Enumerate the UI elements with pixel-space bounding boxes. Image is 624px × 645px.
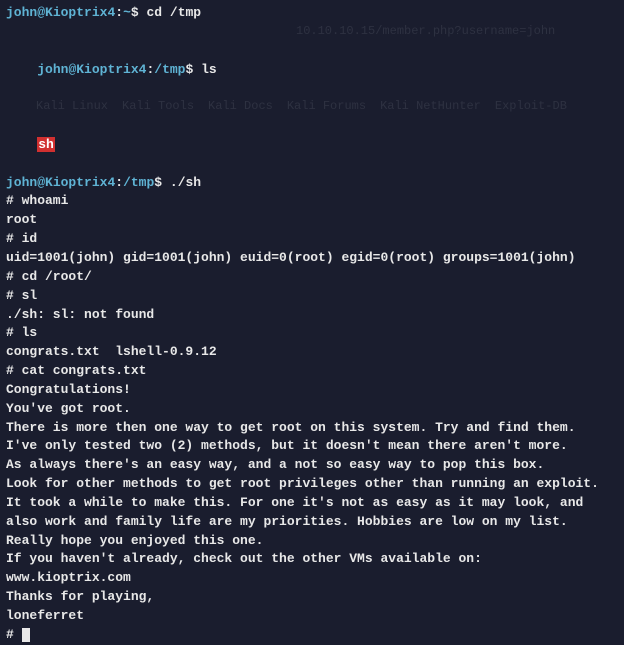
out-whoami: # whoami bbox=[6, 192, 618, 211]
out-sl: # sl bbox=[6, 287, 618, 306]
command-run-sh: ./sh bbox=[170, 175, 201, 190]
out-thanks: Thanks for playing, bbox=[6, 588, 618, 607]
prompt-host: Kioptrix4 bbox=[76, 62, 146, 77]
out-url: www.kioptrix.com bbox=[6, 569, 618, 588]
dollar: $ bbox=[186, 62, 194, 77]
out-p1-l1: There is more then one way to get root o… bbox=[6, 419, 618, 438]
out-sl-notfound: ./sh: sl: not found bbox=[6, 306, 618, 325]
bg-exploit-db: Exploit-DB bbox=[495, 98, 567, 115]
out-congrats: Congratulations! bbox=[6, 381, 618, 400]
prompt-user: john bbox=[6, 175, 37, 190]
out-p3-l1: If you haven't already, check out the ot… bbox=[6, 550, 618, 569]
prompt-path-home: ~ bbox=[123, 5, 131, 20]
out-p2-l3: Really hope you enjoyed this one. bbox=[6, 532, 618, 551]
out-p2-l1: It took a while to make this. For one it… bbox=[6, 494, 618, 513]
prompt-path-tmp: /tmp bbox=[154, 62, 185, 77]
bg-kali-docs: Kali Docs bbox=[208, 98, 273, 115]
bg-kali-nethunter: Kali NetHunter bbox=[380, 98, 481, 115]
out-id-result: uid=1001(john) gid=1001(john) euid=0(roo… bbox=[6, 249, 618, 268]
colon: : bbox=[115, 5, 123, 20]
command-cd-tmp: cd /tmp bbox=[147, 5, 202, 20]
prompt-host: Kioptrix4 bbox=[45, 175, 115, 190]
at-sign: @ bbox=[37, 5, 45, 20]
prompt-user: john bbox=[37, 62, 68, 77]
background-bookmark-items: Kali Linux Kali Tools Kali Docs Kali For… bbox=[6, 98, 618, 115]
terminal[interactable]: john@Kioptrix4:~$ cd /tmp 10.10.10.15/me… bbox=[6, 4, 618, 645]
out-ls-result: congrats.txt lshell-0.9.12 bbox=[6, 343, 618, 362]
command-ls: ls bbox=[201, 62, 217, 77]
out-p2-l2: also work and family life are my priorit… bbox=[6, 513, 618, 532]
out-signature: loneferret bbox=[6, 607, 618, 626]
prompt-line-3: john@Kioptrix4:/tmp$ ./sh bbox=[6, 174, 618, 193]
bg-kali-forums: Kali Forums bbox=[287, 98, 366, 115]
background-bookmark-row: 10.10.10.15/member.php?username=john bbox=[6, 23, 618, 40]
prompt-line-2: 10.10.10.15/member.php?username=john joh… bbox=[6, 23, 618, 98]
out-prompt-cursor[interactable]: # bbox=[6, 626, 618, 645]
prompt-user: john bbox=[6, 5, 37, 20]
dollar: $ bbox=[154, 175, 162, 190]
out-cat: # cat congrats.txt bbox=[6, 362, 618, 381]
prompt-line-1: john@Kioptrix4:~$ cd /tmp bbox=[6, 4, 618, 23]
out-p1-l2: I've only tested two (2) methods, but it… bbox=[6, 437, 618, 456]
url-hint: 10.10.10.15/member.php?username=john bbox=[296, 23, 555, 40]
prompt-host: Kioptrix4 bbox=[45, 5, 115, 20]
prompt-path-tmp: /tmp bbox=[123, 175, 154, 190]
out-ls: # ls bbox=[6, 324, 618, 343]
out-root: root bbox=[6, 211, 618, 230]
sh-highlight: sh bbox=[37, 137, 55, 152]
out-p1-l3: As always there's an easy way, and a not… bbox=[6, 456, 618, 475]
bg-kali-tools: Kali Tools bbox=[122, 98, 194, 115]
out-gotroot: You've got root. bbox=[6, 400, 618, 419]
bg-kali-linux: Kali Linux bbox=[36, 98, 108, 115]
out-cd-root: # cd /root/ bbox=[6, 268, 618, 287]
sh-output-line: Kali Linux Kali Tools Kali Docs Kali For… bbox=[6, 98, 618, 173]
cursor bbox=[22, 628, 30, 642]
out-p1-l4: Look for other methods to get root privi… bbox=[6, 475, 618, 494]
at-sign: @ bbox=[37, 175, 45, 190]
root-prompt: # bbox=[6, 627, 22, 642]
out-id-cmd: # id bbox=[6, 230, 618, 249]
dollar: $ bbox=[131, 5, 139, 20]
colon: : bbox=[115, 175, 123, 190]
